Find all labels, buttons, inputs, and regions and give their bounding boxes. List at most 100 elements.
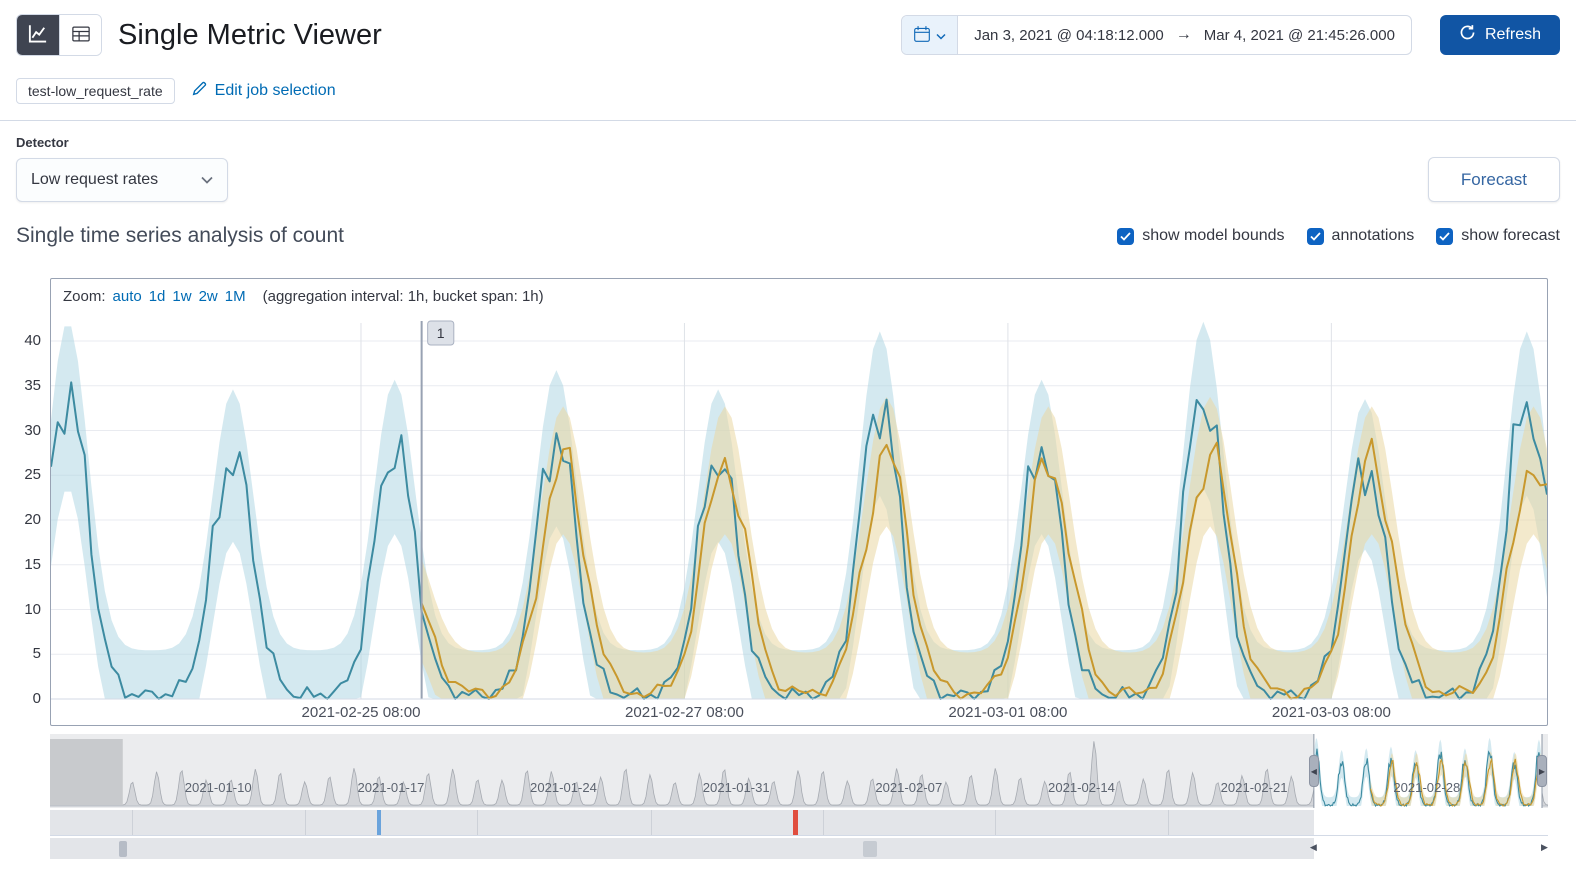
zoom-auto-link[interactable]: auto <box>113 288 142 305</box>
annotation-marker[interactable] <box>376 810 381 835</box>
quick-select-button[interactable] <box>902 16 959 54</box>
context-date-label: 2021-01-24 <box>530 780 597 795</box>
detector-select[interactable]: Low request rates <box>16 158 228 202</box>
checkbox-label: show forecast <box>1461 227 1560 244</box>
zoom-1w-link[interactable]: 1w <box>172 288 191 305</box>
forecast-button[interactable]: Forecast <box>1427 157 1560 202</box>
mini-handle-left[interactable]: ◀ <box>1310 842 1317 853</box>
annotation-badge-label: 1 <box>437 325 445 341</box>
y-tick-label: 20 <box>24 511 41 528</box>
zoom-2w-link[interactable]: 2w <box>199 288 218 305</box>
zoom-row: Zoom: auto 1d 1w 2w 1M (aggregation inte… <box>51 279 1547 313</box>
secondary-lane-track <box>50 838 1314 859</box>
context-date-label: 2021-02-14 <box>1048 780 1115 795</box>
page-title: Single Metric Viewer <box>118 18 382 51</box>
analysis-row: Single time series analysis of count sho… <box>0 218 1576 262</box>
checkbox-label: annotations <box>1331 227 1415 244</box>
context-chart-wrap: 2021-01-10 2021-01-17 2021-01-24 2021-01-31… <box>50 734 1548 859</box>
chevron-down-icon <box>936 28 946 43</box>
context-date-label: 2021-01-10 <box>185 780 252 795</box>
x-tick-label: 2021-02-27 08:00 <box>625 704 744 721</box>
context-date-label: 2021-02-28 <box>1393 780 1460 795</box>
mini-handle-right[interactable]: ▶ <box>1541 842 1548 853</box>
view-toggle-group <box>16 14 102 56</box>
edit-job-selection-link[interactable]: Edit job selection <box>191 80 336 102</box>
annotations-lane-track <box>50 810 1314 835</box>
lane-cell-border <box>822 810 824 835</box>
context-date-label: 2021-01-17 <box>357 780 424 795</box>
detector-label: Detector <box>16 135 69 150</box>
y-tick-label: 30 <box>24 421 41 439</box>
secondary-swimlane[interactable]: ◀ ▶ <box>50 838 1548 859</box>
date-range: Jan 3, 2021 @ 04:18:12.000 → Mar 4, 2021… <box>958 16 1411 54</box>
context-chart-svg: 2021-01-10 2021-01-17 2021-01-24 2021-01-31… <box>50 734 1548 808</box>
y-axis-labels: 0 5 10 15 20 25 30 35 40 <box>0 278 50 726</box>
x-tick-label: 2021-03-01 08:00 <box>948 704 1067 721</box>
start-date[interactable]: Jan 3, 2021 @ 04:18:12.000 <box>974 27 1164 44</box>
zoom-1d-link[interactable]: 1d <box>149 288 166 305</box>
lane-cell-border <box>132 810 134 835</box>
checkbox-checked-box <box>1306 227 1324 245</box>
y-tick-label: 40 <box>24 332 41 349</box>
range-arrow-icon: → <box>1175 26 1192 43</box>
swimlane-marker <box>863 841 878 857</box>
checkbox-checked-box <box>1436 227 1454 245</box>
annotation-marker[interactable] <box>793 810 798 835</box>
calendar-icon <box>913 25 931 46</box>
y-tick-label: 25 <box>24 466 41 484</box>
context-no-data-block <box>50 739 123 806</box>
y-tick-label: 15 <box>24 555 41 573</box>
check-icon <box>1120 231 1131 241</box>
detector-selected-value: Low request rates <box>31 171 159 188</box>
lane-cell-border <box>650 810 652 835</box>
swimlane-marker <box>118 841 127 857</box>
checkbox-show-model-bounds[interactable]: show model bounds <box>1117 227 1285 245</box>
y-tick-label: 5 <box>32 645 41 663</box>
date-range-picker: Jan 3, 2021 @ 04:18:12.000 → Mar 4, 2021… <box>901 15 1412 55</box>
context-chart[interactable]: 2021-01-10 2021-01-17 2021-01-24 2021-01-31… <box>50 734 1548 808</box>
y-tick-label: 10 <box>24 600 41 618</box>
lane-cell-border <box>304 810 306 835</box>
focus-chart-panel: Zoom: auto 1d 1w 2w 1M (aggregation inte… <box>50 278 1548 726</box>
end-date[interactable]: Mar 4, 2021 @ 21:45:26.000 <box>1204 27 1395 44</box>
brush-handle-right[interactable]: ▶ <box>1537 755 1547 787</box>
aggregation-detail: (aggregation interval: 1h, bucket span: … <box>262 287 544 305</box>
zoom-1M-link[interactable]: 1M <box>225 288 246 305</box>
y-tick-label: 35 <box>24 376 41 394</box>
table-view-button[interactable] <box>59 15 101 55</box>
context-date-label: 2021-02-21 <box>1221 780 1288 795</box>
refresh-button[interactable]: Refresh <box>1439 15 1560 55</box>
checkbox-annotations[interactable]: annotations <box>1306 227 1415 245</box>
annotations-swimlane[interactable] <box>50 810 1548 836</box>
check-icon <box>1439 231 1450 241</box>
chart-area: 0 5 10 15 20 25 30 35 40 Zoom: auto 1d 1w 2w 1M … <box>0 278 1576 726</box>
zoom-label: Zoom: <box>63 287 106 305</box>
brush-handle-left[interactable]: ◀ <box>1308 755 1319 787</box>
lane-cell-border <box>1167 810 1169 835</box>
focus-chart-svg: 1 2021-02-25 08:00 2021-02-27 08:00 2021-03… <box>51 320 1547 721</box>
line-chart-icon <box>28 24 48 47</box>
edit-job-selection-label: Edit job selection <box>214 82 336 99</box>
refresh-button-label: Refresh <box>1484 26 1541 43</box>
context-date-label: 2021-02-07 <box>875 780 942 795</box>
checkbox-show-forecast[interactable]: show forecast <box>1436 227 1560 245</box>
checkbox-label: show model bounds <box>1142 227 1285 244</box>
chart-view-button[interactable] <box>17 15 59 55</box>
controls-row: Detector Low request rates Forecast <box>0 121 1576 218</box>
checkbox-group: show model bounds annotations show forec… <box>1117 227 1560 245</box>
refresh-icon <box>1459 24 1476 46</box>
lane-cell-border <box>995 810 997 835</box>
analysis-heading: Single time series analysis of count <box>16 224 344 247</box>
pencil-icon <box>191 80 208 102</box>
context-date-label: 2021-01-31 <box>703 780 770 795</box>
job-row: test-low_request_rate Edit job selection <box>0 70 1576 120</box>
x-tick-label: 2021-02-25 08:00 <box>301 704 420 721</box>
lane-cell-border <box>476 810 478 835</box>
detector-group: Detector Low request rates <box>16 135 228 202</box>
time-series-chart[interactable]: 1 2021-02-25 08:00 2021-02-27 08:00 2021-03… <box>51 313 1547 725</box>
app-header: Single Metric Viewer Jan 3, 2021 @ 04:18… <box>0 0 1576 70</box>
y-tick-label: 0 <box>32 690 41 707</box>
x-tick-label: 2021-03-03 08:00 <box>1272 704 1391 721</box>
chevron-down-icon <box>201 171 213 189</box>
checkbox-checked-box <box>1117 227 1135 245</box>
